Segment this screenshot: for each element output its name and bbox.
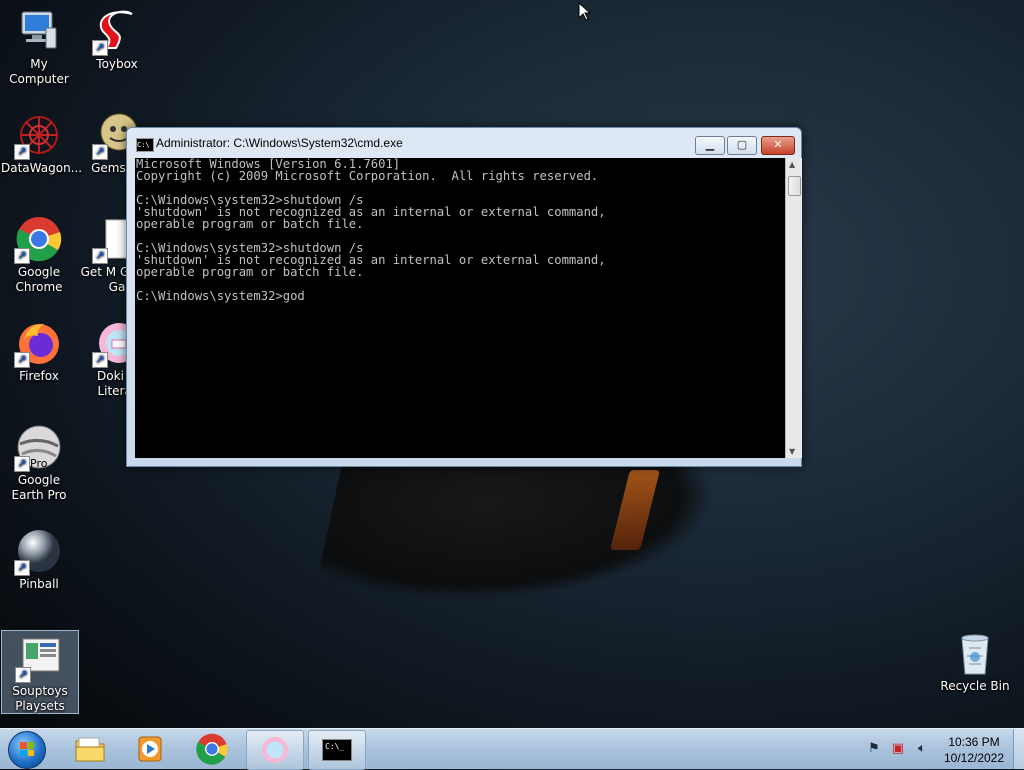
network-disconnected-icon[interactable]: ▣ [890, 741, 906, 757]
clock-date: 10/12/2022 [943, 751, 1005, 765]
desktop-icon-firefox[interactable]: ↗ Firefox [1, 320, 77, 384]
shortcut-arrow-icon: ↗ [92, 248, 108, 264]
earth-pro-badge: Pro [30, 457, 48, 470]
chrome-icon [196, 733, 228, 765]
firefox-icon: ↗ [14, 320, 62, 368]
desktop-icon-label: Souptoys Playsets [12, 684, 68, 713]
maximize-button[interactable]: ▢ [727, 136, 757, 155]
console-output[interactable]: Microsoft Windows [Version 6.1.7601] Cop… [135, 158, 785, 458]
console-line: operable program or batch file. [136, 265, 364, 279]
cmd-icon: C:\ [136, 138, 154, 152]
souptoys-icon: ↗ [15, 635, 63, 683]
mouse-cursor-icon [578, 2, 592, 21]
vertical-scrollbar[interactable]: ▲ ▼ [785, 158, 802, 458]
shortcut-arrow-icon: ↗ [92, 144, 108, 160]
clock[interactable]: 10:36 PM 10/12/2022 [940, 734, 1008, 766]
media-player-icon [138, 736, 162, 762]
taskbar-chrome[interactable] [184, 730, 240, 768]
doki-doki-icon [261, 736, 289, 764]
shortcut-arrow-icon: ↗ [92, 352, 108, 368]
close-button[interactable]: ✕ [761, 136, 795, 155]
shortcut-arrow-icon: ↗ [15, 667, 31, 683]
desktop-icon-datawagon[interactable]: ↗ DataWagon... [1, 112, 83, 176]
shortcut-arrow-icon: ↗ [14, 352, 30, 368]
shortcut-arrow-icon: ↗ [14, 144, 30, 160]
computer-icon [16, 8, 62, 54]
scroll-up-icon[interactable]: ▲ [789, 160, 795, 169]
desktop-icon-label: DataWagon... [1, 161, 83, 175]
folder-icon [75, 737, 105, 762]
desktop-icon-recycle-bin[interactable]: Recycle Bin [937, 630, 1013, 694]
action-center-icon[interactable]: ⚑ [866, 741, 882, 757]
cmd-icon: C:\_ [322, 739, 352, 761]
volume-icon[interactable]: 🔈︎ [914, 741, 930, 757]
desktop-icon-label: Toybox [96, 57, 138, 71]
shortcut-arrow-icon: ↗ [14, 560, 30, 576]
taskbar-cmd[interactable]: C:\_ [308, 730, 366, 770]
shortcut-arrow-icon: ↗ [14, 248, 30, 264]
desktop-icon-google-earth-pro[interactable]: ↗ Pro Google Earth Pro [1, 424, 77, 503]
desktop-icon-souptoys[interactable]: ↗ Souptoys Playsets [1, 630, 79, 714]
cmd-window[interactable]: C:\ Administrator: C:\Windows\System32\c… [126, 127, 802, 467]
shortcut-arrow-icon: ↗ [14, 456, 30, 472]
desktop-icon-label: Pinball [19, 577, 59, 591]
cmd-titlebar[interactable]: C:\ Administrator: C:\Windows\System32\c… [127, 128, 801, 158]
console-input-line[interactable]: C:\Windows\system32>god [135, 290, 785, 302]
scroll-down-icon[interactable]: ▼ [789, 447, 795, 456]
window-title: Administrator: C:\Windows\System32\cmd.e… [156, 136, 403, 150]
clock-time: 10:36 PM [948, 735, 1000, 749]
console-line: Copyright (c) 2009 Microsoft Corporation… [136, 169, 599, 183]
taskbar-doki-doki[interactable] [246, 730, 304, 770]
desktop-icon-label: Google Chrome [15, 265, 63, 294]
google-earth-icon: ↗ Pro [14, 424, 62, 472]
desktop-icon-my-computer[interactable]: My Computer [1, 8, 77, 87]
scroll-thumb[interactable] [788, 176, 801, 196]
desktop-icon-toybox[interactable]: ↗ Toybox [79, 8, 155, 72]
toybox-icon: ↗ [92, 8, 140, 56]
console-line: operable program or batch file. [136, 217, 364, 231]
chrome-icon: ↗ [14, 216, 62, 264]
taskbar-explorer[interactable] [62, 730, 118, 768]
datawagon-icon: ↗ [14, 112, 62, 160]
desktop-icon-label: Recycle Bin [940, 679, 1010, 693]
desktop-icon-label: My Computer [9, 57, 69, 86]
minimize-button[interactable]: ▁ [695, 136, 725, 155]
start-button[interactable] [8, 731, 46, 769]
show-desktop-button[interactable] [1013, 729, 1024, 769]
shortcut-arrow-icon: ↗ [92, 40, 108, 56]
pinball-icon: ↗ [14, 528, 62, 576]
taskbar-media-player[interactable] [122, 730, 178, 768]
desktop-icon-pinball[interactable]: ↗ Pinball [1, 528, 77, 592]
recycle-bin-icon [952, 630, 998, 676]
taskbar: C:\_ ⚑ ▣ 🔈︎ 10:36 PM 10/12/2022 [0, 728, 1024, 770]
desktop-icon-label: Google Earth Pro [11, 473, 67, 502]
windows-logo-icon [20, 742, 34, 756]
desktop-icon-google-chrome[interactable]: ↗ Google Chrome [1, 216, 77, 295]
desktop-icon-label: Firefox [19, 369, 59, 383]
